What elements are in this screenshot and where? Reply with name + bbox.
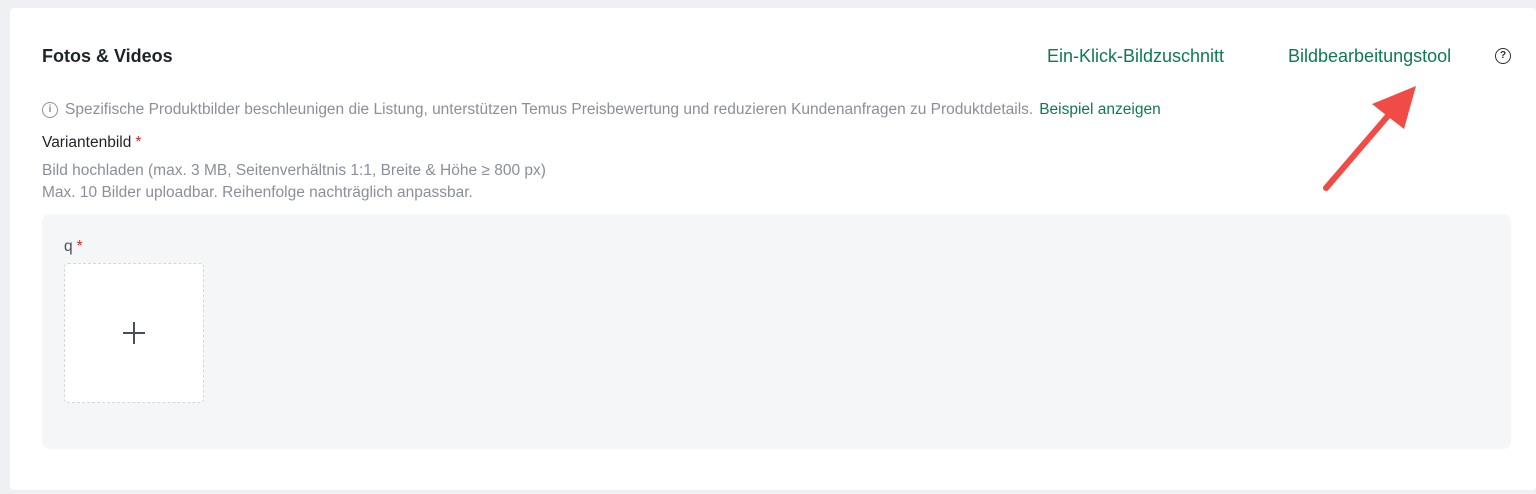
variant-image-label-text: Variantenbild: [42, 134, 132, 151]
help-icon[interactable]: ?: [1495, 48, 1511, 64]
upload-hint-count: Max. 10 Bilder uploadbar. Reihenfolge na…: [42, 184, 473, 201]
variant-image-label: Variantenbild *: [42, 134, 141, 152]
variant-group-label: q *: [64, 238, 83, 256]
info-text: Spezifische Produktbilder beschleunigen …: [65, 101, 1034, 118]
required-mark: *: [76, 238, 83, 255]
upload-panel: q *: [42, 214, 1511, 449]
show-example-link[interactable]: Beispiel anzeigen: [1039, 101, 1161, 119]
variant-group-label-text: q: [64, 238, 73, 255]
info-notice: i Spezifische Produktbilder beschleunige…: [42, 101, 1161, 119]
section-title: Fotos & Videos: [42, 46, 173, 66]
info-icon: i: [42, 102, 58, 118]
upload-hint-size: Bild hochladen (max. 3 MB, Seitenverhält…: [42, 162, 546, 179]
one-click-crop-link[interactable]: Ein-Klick-Bildzuschnitt: [1047, 46, 1224, 67]
required-mark: *: [135, 134, 142, 151]
image-editor-link[interactable]: Bildbearbeitungstool: [1288, 46, 1451, 67]
photos-videos-card: Fotos & Videos Ein-Klick-Bildzuschnitt B…: [10, 8, 1536, 490]
plus-icon: [123, 322, 145, 344]
image-upload-button[interactable]: [64, 263, 204, 403]
